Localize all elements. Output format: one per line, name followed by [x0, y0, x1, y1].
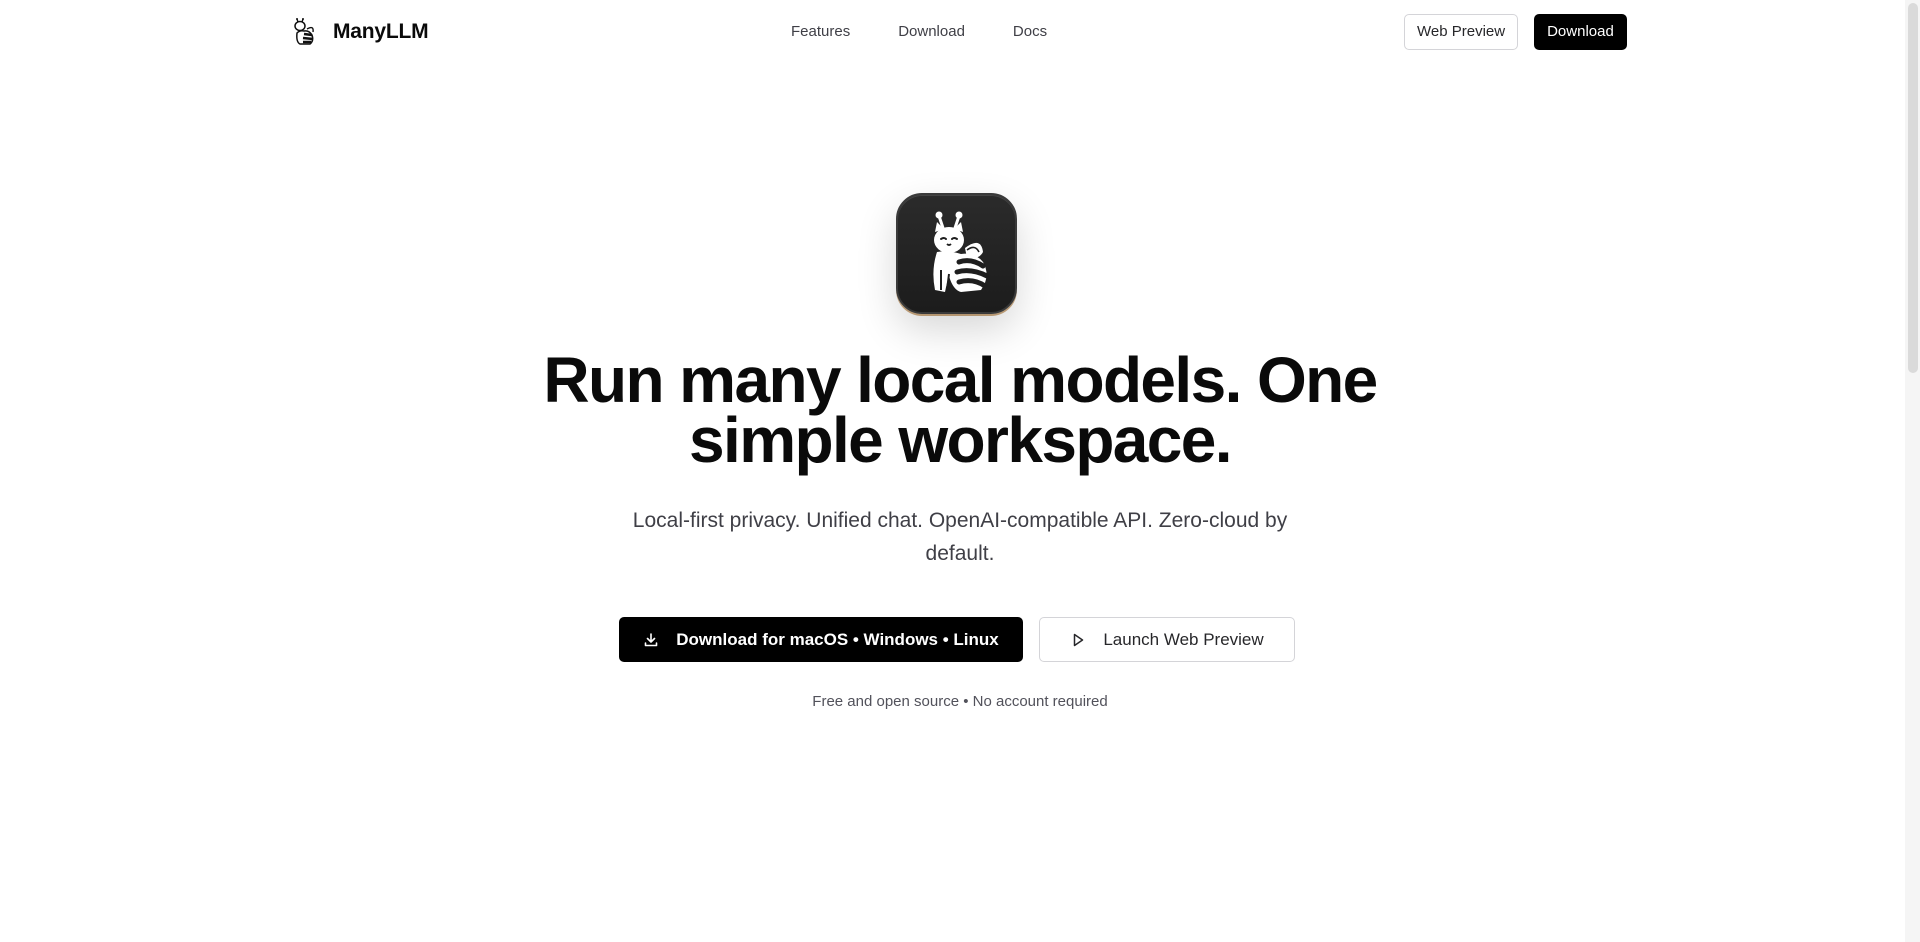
bee-cat-app-icon	[896, 193, 1017, 314]
app-icon-container	[896, 193, 1017, 314]
nav-link-docs[interactable]: Docs	[1013, 20, 1047, 44]
hero-headline: Run many local models. One simple worksp…	[543, 344, 1378, 476]
main-nav: Features Download Docs	[791, 20, 1047, 44]
play-icon	[1070, 632, 1086, 648]
brand-link[interactable]: ManyLLM	[292, 14, 429, 50]
page-scrollbar[interactable]	[1905, 0, 1920, 942]
scrollbar-thumb[interactable]	[1908, 3, 1918, 373]
nav-link-features[interactable]: Features	[791, 20, 850, 44]
download-all-platforms-label: Download for macOS • Windows • Linux	[676, 629, 999, 649]
cta-row: Download for macOS • Windows • Linux Lau…	[619, 617, 1295, 662]
launch-web-preview-label: Launch Web Preview	[1103, 629, 1264, 649]
bee-cat-mascot-icon	[932, 211, 989, 292]
header-download-button[interactable]: Download	[1534, 14, 1627, 50]
hero-footnote: Free and open source • No account requir…	[812, 693, 1108, 710]
bee-cat-icon	[294, 18, 314, 45]
nav-link-download[interactable]: Download	[898, 20, 965, 44]
launch-web-preview-button[interactable]: Launch Web Preview	[1039, 617, 1295, 662]
brand-name: ManyLLM	[333, 20, 429, 43]
download-all-platforms-button[interactable]: Download for macOS • Windows • Linux	[619, 617, 1023, 662]
site-header: ManyLLM Features Download Docs Web Previ…	[0, 0, 1905, 64]
web-preview-button[interactable]: Web Preview	[1404, 14, 1519, 50]
header-actions: Web Preview Download	[1404, 14, 1627, 50]
download-icon	[643, 632, 659, 648]
hero-subtitle: Local-first privacy. Unified chat. OpenA…	[632, 509, 1288, 565]
